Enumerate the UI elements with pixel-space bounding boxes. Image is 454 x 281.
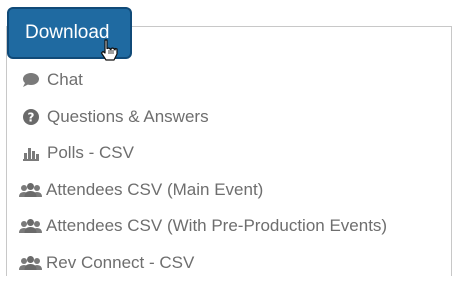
svg-text:?: ? xyxy=(28,110,35,124)
bar-chart-icon xyxy=(22,144,42,162)
download-menu: Chat ? Questions & Answers Polls - CSV xyxy=(0,62,454,281)
menu-item-label: Polls - CSV xyxy=(47,143,134,163)
users-icon xyxy=(18,217,46,235)
menu-item-chat[interactable]: Chat xyxy=(0,62,454,99)
menu-item-questions-answers[interactable]: ? Questions & Answers xyxy=(0,99,454,136)
menu-item-attendees-main[interactable]: Attendees CSV (Main Event) xyxy=(0,172,454,209)
menu-item-label: Attendees CSV (With Pre-Production Event… xyxy=(46,216,387,236)
download-button-label: Download xyxy=(25,22,110,44)
users-icon xyxy=(18,254,46,272)
menu-item-label: Questions & Answers xyxy=(47,107,209,127)
question-circle-icon: ? xyxy=(22,108,42,126)
menu-item-label: Chat xyxy=(47,70,83,90)
users-icon xyxy=(18,181,46,199)
menu-item-rev-connect-csv[interactable]: Rev Connect - CSV xyxy=(0,245,454,281)
menu-item-label: Attendees CSV (Main Event) xyxy=(46,180,263,200)
menu-item-label: Rev Connect - CSV xyxy=(46,253,194,273)
menu-item-polls-csv[interactable]: Polls - CSV xyxy=(0,135,454,172)
chat-bubble-icon xyxy=(22,71,42,89)
menu-item-attendees-preproduction[interactable]: Attendees CSV (With Pre-Production Event… xyxy=(0,208,454,245)
hand-cursor-icon xyxy=(100,38,120,68)
